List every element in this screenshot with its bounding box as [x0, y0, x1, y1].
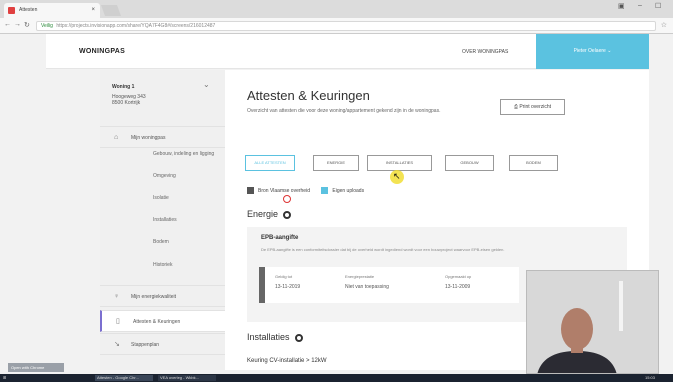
dwelling-title: Woning 1 [112, 84, 135, 90]
section-installaties-title: Installaties [247, 332, 290, 342]
sidebar-item-label: Isolatie [153, 195, 169, 201]
add-circle-icon[interactable] [294, 333, 303, 342]
os-taskbar: ⊞ Attesten - Google Chr... VEA overleg -… [0, 374, 673, 382]
tab-energie[interactable]: ENERGIE [313, 155, 359, 171]
sidebar-item-attesten[interactable]: ▯ Attesten & Keuringen [100, 310, 225, 332]
url-input[interactable]: Veilig https://projects.invisionapp.com/… [36, 21, 656, 31]
site-logo[interactable]: WONINGPAS [79, 48, 125, 55]
sidebar-item-stappenplan[interactable]: ↘ Stappenplan [100, 333, 225, 355]
chevron-down-icon[interactable]: ⌄ [203, 80, 210, 89]
uploads-swatch [321, 187, 329, 194]
cursor-ring [283, 195, 291, 203]
document-icon: ▯ [116, 318, 120, 325]
section-energie: Energie [247, 209, 292, 219]
add-circle-icon[interactable] [283, 210, 292, 219]
sidebar-item-label: Stappenplan [131, 342, 160, 348]
arrow-icon: ↘ [114, 341, 120, 348]
legend: Bron Vlaamse overheid Eigen uploads [247, 187, 364, 194]
window-minimize-icon[interactable]: – [638, 2, 642, 9]
dwelling-address: Hoogeweg 343 8500 Kortrijk [112, 94, 146, 106]
sidebar-item-energiekwaliteit[interactable]: ♀ Mijn energiekwaliteit [100, 285, 225, 307]
sidebar-item-label: Bodem [153, 239, 169, 245]
tab-close-icon[interactable]: × [91, 3, 95, 18]
section-installaties: Installaties [247, 332, 303, 342]
tab-title: Attesten [19, 7, 38, 13]
sidebar-item-label: Installaties [153, 217, 177, 223]
window-restore-icon[interactable]: ▣ [618, 2, 625, 10]
epb-detail: Geldig tot 13-11-2019 Energieprestatie N… [259, 267, 519, 303]
tab-gebouw[interactable]: GEBOUW [445, 155, 494, 171]
favicon-icon [8, 7, 15, 14]
sidebar: Woning 1 Hoogeweg 343 8500 Kortrijk ⌄ ⌂ … [100, 70, 225, 370]
section-energie-title: Energie [247, 209, 279, 219]
nav-over-woningpas[interactable]: OVER WONINGPAS [462, 49, 508, 55]
sidebar-item-mijn-woningpas[interactable]: ⌂ Mijn woningpas [100, 126, 225, 148]
tab-bodem[interactable]: BODEM [509, 155, 558, 171]
dwelling-city: 8500 Kortrijk [112, 100, 141, 106]
forward-icon[interactable]: → [14, 21, 21, 28]
start-icon[interactable]: ⊞ [3, 375, 6, 381]
page-subtitle: Overzicht van attesten die voor deze won… [247, 108, 441, 114]
field-value: 13-11-2009 [445, 284, 471, 290]
print-label: Print overzicht [519, 104, 552, 110]
presenter-image [527, 271, 658, 373]
bulb-icon: ♀ [114, 293, 120, 300]
field-label: Opgemaakt op [445, 274, 472, 279]
home-icon: ⌂ [114, 134, 119, 141]
reload-icon[interactable]: ↻ [24, 21, 30, 29]
field-value: 13-11-2019 [275, 284, 301, 290]
sidebar-item-label: Historiek [153, 262, 173, 268]
browser-tabstrip: Attesten × ▣ – ☐ [0, 0, 673, 18]
user-menu[interactable]: Pieter Oelaere ⌄ [536, 34, 649, 69]
mouse-pointer-icon: ↖ [393, 171, 401, 181]
sidebar-item-label: Mijn woningpas [131, 135, 166, 141]
open-with-chrome-button[interactable]: Open with Chrome [8, 363, 64, 372]
window-maximize-icon[interactable]: ☐ [655, 2, 661, 10]
secure-label: Veilig [41, 23, 53, 29]
site-header: WONINGPAS OVER WONINGPAS Pieter Oelaere … [46, 34, 649, 69]
epb-title: EPB-aangifte [261, 235, 299, 241]
bookmark-star-icon[interactable]: ☆ [661, 21, 667, 29]
browser-tab[interactable]: Attesten × [4, 3, 100, 18]
field-label: Energieprestatie [345, 274, 375, 279]
page-title: Attesten & Keuringen [247, 88, 370, 103]
address-bar: ← → ↻ Veilig https://projects.invisionap… [0, 18, 673, 34]
print-button[interactable]: ⎙ Print overzicht [500, 99, 565, 115]
clock: 15:03 [645, 375, 656, 380]
taskbar-item-chrome[interactable]: Attesten - Google Chr... [95, 375, 153, 381]
epb-desc: De EPB-aangifte is een conformiteitsdoss… [261, 247, 505, 252]
tab-alle-attesten[interactable]: ALLE ATTESTEN [245, 155, 295, 171]
sidebar-item-label: Omgeving [153, 173, 176, 179]
legend-uploads: Eigen uploads [332, 187, 365, 194]
field-value: Niet van toepassing [345, 284, 389, 290]
tab-installaties[interactable]: INSTALLATIES [367, 155, 432, 171]
back-icon[interactable]: ← [4, 21, 11, 28]
legend-flanders: Bron Vlaamse overheid [258, 187, 310, 194]
sidebar-item-label: Mijn energiekwaliteit [131, 294, 177, 300]
url-text: https://projects.invisionapp.com/share/Y… [56, 23, 216, 29]
field-label: Geldig tot [275, 274, 293, 279]
webcam-overlay [526, 270, 659, 374]
flanders-swatch [247, 187, 254, 194]
sidebar-item-label: Attesten & Keuringen [133, 319, 181, 325]
taskbar-item-excel[interactable]: VEA overleg - Wkbk... [158, 375, 216, 381]
new-tab-button[interactable] [100, 5, 122, 16]
sidebar-item-label: Gebouw, indeling en ligging [153, 151, 215, 157]
